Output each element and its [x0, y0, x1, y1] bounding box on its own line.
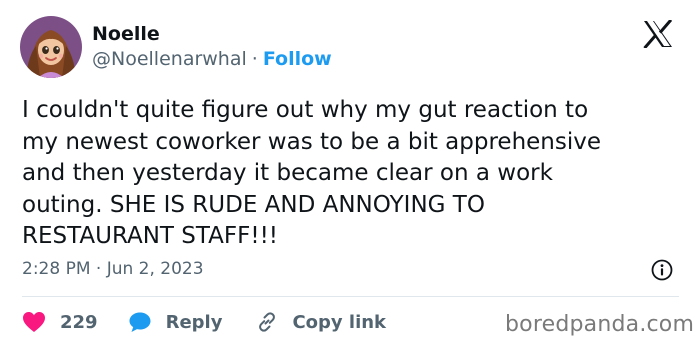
author-handle[interactable]: @Noellenarwhal: [92, 48, 247, 70]
follow-button[interactable]: Follow: [263, 48, 332, 70]
info-icon[interactable]: [651, 259, 673, 281]
watermark: boredpanda.com: [505, 312, 695, 337]
author-handle-row: @Noellenarwhal · Follow: [92, 47, 332, 71]
heart-icon: [22, 311, 46, 333]
avatar[interactable]: [20, 16, 82, 78]
divider: [22, 296, 679, 297]
reply-button[interactable]: Reply: [128, 311, 223, 333]
tweet-text: I couldn't quite figure out why my gut r…: [22, 97, 602, 249]
author-name[interactable]: Noelle: [92, 22, 160, 46]
tweet-card: Noelle @Noellenarwhal · Follow I couldn't …: [0, 0, 700, 348]
copy-link-button[interactable]: Copy link: [256, 311, 386, 333]
like-count: 229: [60, 311, 98, 333]
speech-bubble-icon: [128, 311, 152, 333]
link-icon: [256, 311, 278, 333]
reply-label: Reply: [165, 311, 223, 333]
like-button[interactable]: 229: [22, 311, 98, 333]
x-logo-icon[interactable]: [643, 18, 673, 50]
action-bar: 229 Reply Copy link: [22, 308, 386, 336]
tweet-timestamp[interactable]: 2:28 PM · Jun 2, 2023: [22, 257, 204, 281]
copy-link-label: Copy link: [292, 311, 387, 333]
separator-dot: ·: [251, 48, 258, 70]
